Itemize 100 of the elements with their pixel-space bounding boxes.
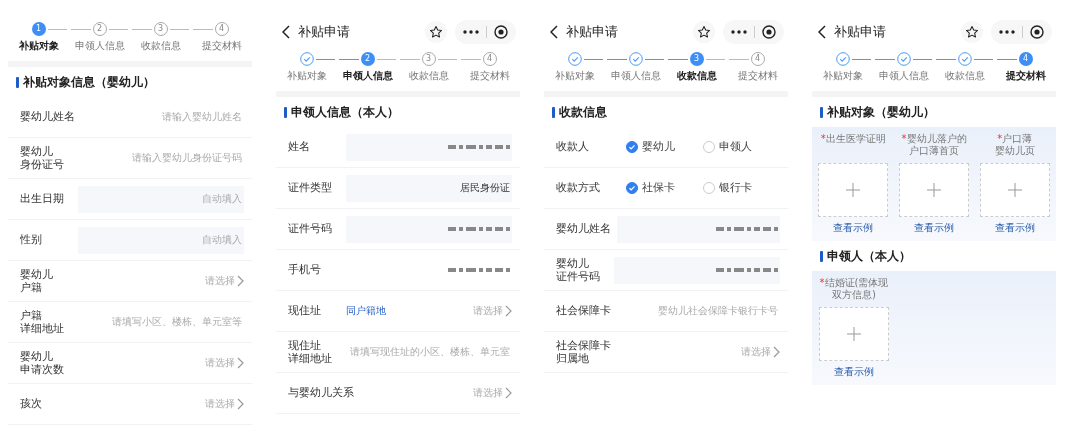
back-icon[interactable] [550, 25, 558, 39]
document-label: *婴幼儿落户的户口薄首页 [900, 133, 968, 158]
check-icon [628, 143, 636, 151]
chevron-right-icon [505, 305, 512, 317]
field-label: 婴幼儿姓名 [20, 110, 75, 124]
step-label[interactable]: 申领人信息 [74, 39, 125, 53]
field-label: 社会保障卡 归属地 [556, 338, 611, 366]
field-label: 收款人 [556, 140, 590, 154]
field-label: 现住址 [288, 304, 322, 318]
section-marker [552, 106, 555, 118]
section-title: 补贴对象信息（婴幼儿） [23, 73, 155, 91]
view-example-link[interactable]: 查看示例 [833, 221, 874, 235]
star-icon [965, 25, 979, 39]
back-icon[interactable] [818, 25, 826, 39]
radio-button[interactable] [626, 182, 638, 194]
section-marker [16, 76, 19, 88]
field-label: 婴幼儿 身份证号 [20, 144, 65, 172]
plus-icon [927, 183, 941, 197]
favorite-button[interactable] [693, 21, 715, 43]
favorite-button[interactable] [425, 21, 447, 43]
chevron-right-icon [773, 346, 780, 358]
step-label[interactable]: 收款信息 [944, 69, 985, 83]
step-label[interactable]: 收款信息 [676, 69, 717, 83]
field-label: 婴幼儿 证件号码 [556, 256, 601, 284]
field-label: 婴幼儿 申请次数 [20, 349, 65, 377]
chevron-right-icon [505, 387, 512, 399]
radio-label[interactable]: 银行卡 [719, 181, 752, 195]
page-title: 补贴申请 [566, 23, 618, 41]
view-example-link[interactable]: 查看示例 [914, 221, 954, 235]
target-icon[interactable] [762, 25, 776, 39]
input-field[interactable]: 请填写小区、楼栋、单元室等 [78, 308, 244, 336]
step-label[interactable]: 申领人信息 [342, 69, 393, 83]
radio-label[interactable]: 申领人 [719, 140, 752, 154]
star-icon [697, 25, 711, 39]
readonly-field: 居民身份证 [346, 174, 512, 202]
back-icon[interactable] [282, 25, 290, 39]
field-label: 姓名 [288, 140, 311, 154]
favorite-button[interactable] [961, 21, 983, 43]
chevron-right-icon [237, 398, 244, 410]
field-label: 户籍 详细地址 [20, 308, 65, 336]
step-label[interactable]: 提交材料 [201, 39, 242, 53]
step-label[interactable]: 提交材料 [1005, 69, 1046, 83]
target-icon[interactable] [494, 25, 508, 39]
step-number: 4 [1018, 52, 1033, 66]
plus-icon [847, 327, 861, 341]
field-label: 手机号 [288, 263, 322, 277]
document-label: *户口薄 婴幼儿页 [994, 133, 1035, 158]
field-label: 收款方式 [556, 181, 601, 195]
field-label: 性别 [20, 233, 43, 247]
field-label: 婴幼儿 户籍 [20, 267, 54, 295]
step-label[interactable]: 补贴对象 [554, 69, 595, 83]
step-number: 2 [92, 22, 107, 36]
field-label: 出生日期 [20, 192, 65, 206]
view-example-link[interactable]: 查看示例 [994, 221, 1035, 235]
step-number: 2 [360, 52, 375, 66]
step-label[interactable]: 收款信息 [408, 69, 449, 83]
step-number: 3 [689, 52, 704, 66]
field-label: 证件类型 [288, 181, 333, 195]
plus-icon [846, 183, 861, 197]
plus-icon [1007, 183, 1022, 197]
star-icon [429, 25, 443, 39]
step-label[interactable]: 补贴对象 [822, 69, 863, 83]
page-title: 补贴申请 [298, 23, 350, 41]
more-icon[interactable] [999, 30, 1015, 34]
step-label[interactable]: 申领人信息 [878, 69, 929, 83]
step-number: 3 [421, 52, 436, 66]
section-title: 收款信息 [559, 103, 607, 121]
section-marker [284, 106, 287, 118]
step-label[interactable]: 收款信息 [140, 39, 181, 53]
step-label[interactable]: 提交材料 [469, 69, 510, 83]
chevron-right-icon [237, 357, 244, 369]
radio-label[interactable]: 社保卡 [642, 181, 675, 195]
step-number: 4 [750, 52, 765, 66]
step-label[interactable]: 补贴对象 [18, 39, 59, 53]
same-as-household-link[interactable]: 同户籍地 [346, 304, 386, 318]
field-label: 婴幼儿姓名 [556, 222, 611, 236]
page-title: 补贴申请 [834, 23, 886, 41]
step-number: 1 [31, 22, 46, 36]
step-label[interactable]: 补贴对象 [286, 69, 327, 83]
input-field[interactable]: 请填写现住址的小区、楼栋、单元室 [346, 338, 512, 366]
section-marker [820, 106, 823, 118]
check-icon [628, 184, 636, 192]
document-label: *结婚证(需体现双方信息) [818, 277, 890, 302]
view-example-link[interactable]: 查看示例 [834, 365, 874, 379]
more-icon[interactable] [731, 30, 747, 34]
section-marker [820, 250, 823, 262]
step-number: 3 [153, 22, 168, 36]
step-label[interactable]: 提交材料 [737, 69, 778, 83]
readonly-field: 自动填入 [78, 185, 244, 213]
target-icon[interactable] [1030, 25, 1044, 39]
chevron-right-icon [237, 275, 244, 287]
field-label: 现住址 详细地址 [288, 338, 333, 366]
more-icon[interactable] [463, 30, 479, 34]
field-label: 与婴幼儿关系 [288, 386, 354, 400]
step-label[interactable]: 申领人信息 [610, 69, 661, 83]
field-label: 证件号码 [288, 222, 333, 236]
step-number: 4 [482, 52, 497, 66]
radio-label[interactable]: 婴幼儿 [642, 140, 675, 154]
field-label: 社会保障卡 [556, 304, 611, 318]
radio-button[interactable] [626, 141, 638, 153]
